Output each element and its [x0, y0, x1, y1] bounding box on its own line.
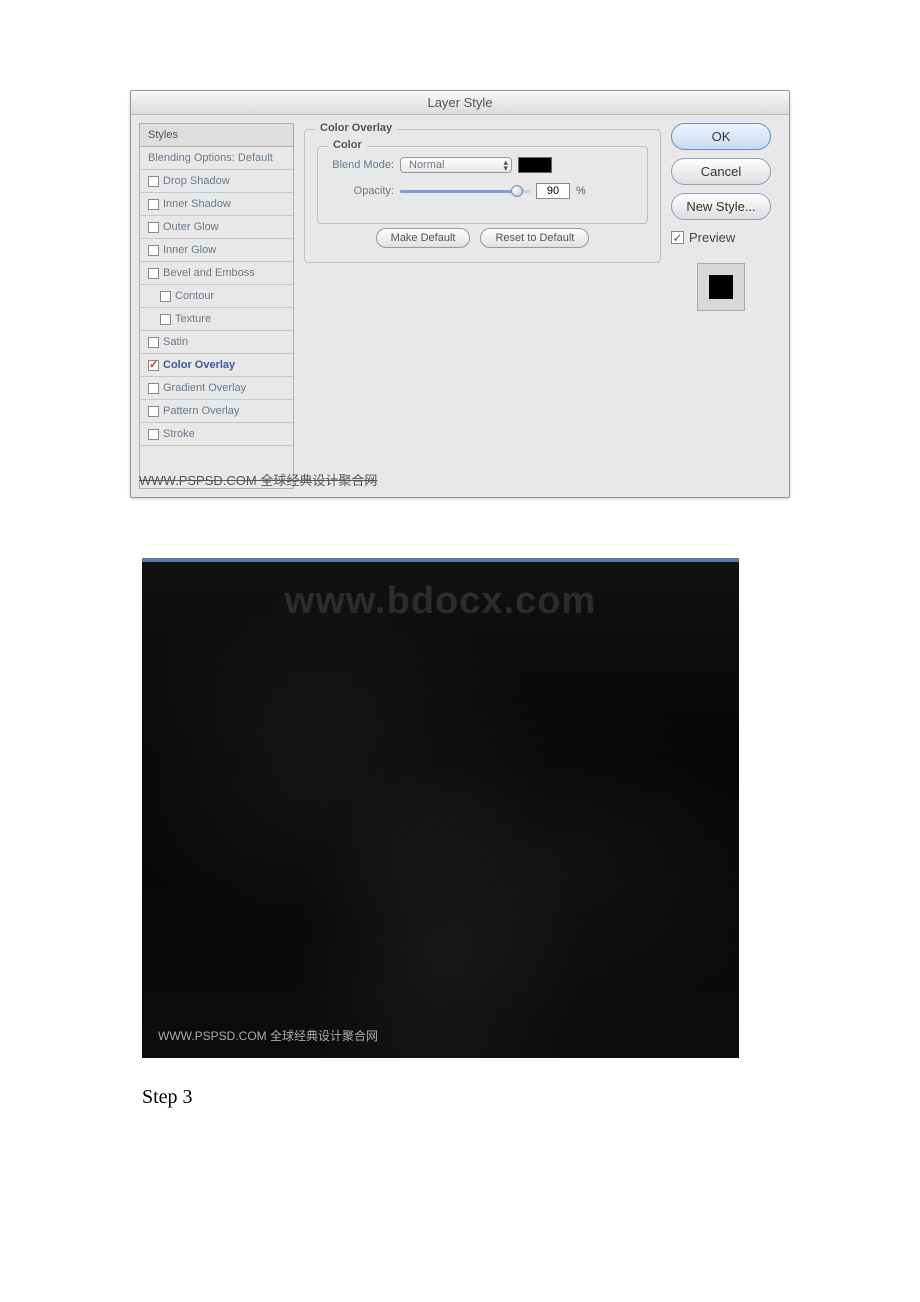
- style-item-label: Satin: [163, 336, 188, 348]
- style-checkbox[interactable]: [148, 360, 159, 371]
- style-item-gradient-overlay[interactable]: Gradient Overlay: [140, 377, 293, 400]
- style-item-contour[interactable]: Contour: [140, 285, 293, 308]
- style-checkbox[interactable]: [148, 406, 159, 417]
- select-arrows-icon: ▴▾: [503, 159, 508, 171]
- style-item-label: Contour: [175, 290, 214, 302]
- dialog-title: Layer Style: [131, 91, 789, 115]
- style-item-texture[interactable]: Texture: [140, 308, 293, 331]
- style-item-blending-options-default[interactable]: Blending Options: Default: [140, 147, 293, 170]
- style-item-stroke[interactable]: Stroke: [140, 423, 293, 446]
- make-default-button[interactable]: Make Default: [376, 228, 471, 248]
- opacity-input[interactable]: [536, 183, 570, 199]
- style-item-drop-shadow[interactable]: Drop Shadow: [140, 170, 293, 193]
- style-item-inner-shadow[interactable]: Inner Shadow: [140, 193, 293, 216]
- reset-default-button[interactable]: Reset to Default: [480, 228, 589, 248]
- style-checkbox[interactable]: [160, 314, 171, 325]
- style-item-pattern-overlay[interactable]: Pattern Overlay: [140, 400, 293, 423]
- style-item-label: Bevel and Emboss: [163, 267, 255, 279]
- style-checkbox[interactable]: [148, 222, 159, 233]
- style-item-label: Texture: [175, 313, 211, 325]
- fieldset-title: Color Overlay: [315, 122, 397, 134]
- opacity-unit: %: [576, 185, 586, 197]
- result-preview: www.bdocx.com WWW.PSPSD.COM 全球经典设计聚合网: [142, 558, 739, 1058]
- style-item-label: Gradient Overlay: [163, 382, 246, 394]
- blend-mode-label: Blend Mode:: [330, 159, 394, 171]
- style-item-inner-glow[interactable]: Inner Glow: [140, 239, 293, 262]
- styles-header[interactable]: Styles: [140, 124, 293, 147]
- style-item-label: Stroke: [163, 428, 195, 440]
- cancel-button[interactable]: Cancel: [671, 158, 771, 185]
- new-style-button[interactable]: New Style...: [671, 193, 771, 220]
- style-checkbox[interactable]: [148, 176, 159, 187]
- layer-style-dialog: Layer Style Styles Blending Options: Def…: [130, 90, 790, 498]
- preview-label: Preview: [689, 230, 735, 245]
- style-item-label: Blending Options: Default: [148, 152, 273, 164]
- style-checkbox[interactable]: [148, 199, 159, 210]
- dialog-watermark: WWW.PSPSD.COM 全球经典设计聚合网: [139, 470, 377, 489]
- style-item-color-overlay[interactable]: Color Overlay: [140, 354, 293, 377]
- opacity-slider[interactable]: [400, 190, 530, 193]
- image-watermark: www.bdocx.com: [142, 580, 739, 623]
- style-checkbox[interactable]: [160, 291, 171, 302]
- style-checkbox[interactable]: [148, 245, 159, 256]
- style-item-label: Inner Shadow: [163, 198, 231, 210]
- style-item-bevel-and-emboss[interactable]: Bevel and Emboss: [140, 262, 293, 285]
- style-checkbox[interactable]: [148, 337, 159, 348]
- style-item-label: Outer Glow: [163, 221, 219, 233]
- slider-thumb-icon[interactable]: [511, 185, 523, 197]
- preview-color: [709, 275, 733, 299]
- step-label: Step 3: [142, 1086, 790, 1109]
- style-item-label: Drop Shadow: [163, 175, 230, 187]
- opacity-label: Opacity:: [330, 185, 394, 197]
- style-checkbox[interactable]: [148, 268, 159, 279]
- style-item-outer-glow[interactable]: Outer Glow: [140, 216, 293, 239]
- color-overlay-panel: Color Overlay Color Blend Mode: Normal ▴…: [294, 123, 671, 489]
- color-group-title: Color: [328, 139, 367, 151]
- overlay-color-swatch[interactable]: [518, 157, 552, 173]
- blend-mode-select[interactable]: Normal ▴▾: [400, 157, 512, 173]
- style-item-satin[interactable]: Satin: [140, 331, 293, 354]
- preview-checkbox[interactable]: ✓: [671, 231, 684, 244]
- style-item-label: Inner Glow: [163, 244, 216, 256]
- style-item-label: Color Overlay: [163, 359, 235, 371]
- preview-swatch: [697, 263, 745, 311]
- ok-button[interactable]: OK: [671, 123, 771, 150]
- style-checkbox[interactable]: [148, 383, 159, 394]
- style-item-label: Pattern Overlay: [163, 405, 239, 417]
- style-checkbox[interactable]: [148, 429, 159, 440]
- image-bottom-text: WWW.PSPSD.COM 全球经典设计聚合网: [158, 1027, 378, 1044]
- styles-list: Styles Blending Options: Default Drop Sha…: [139, 123, 294, 489]
